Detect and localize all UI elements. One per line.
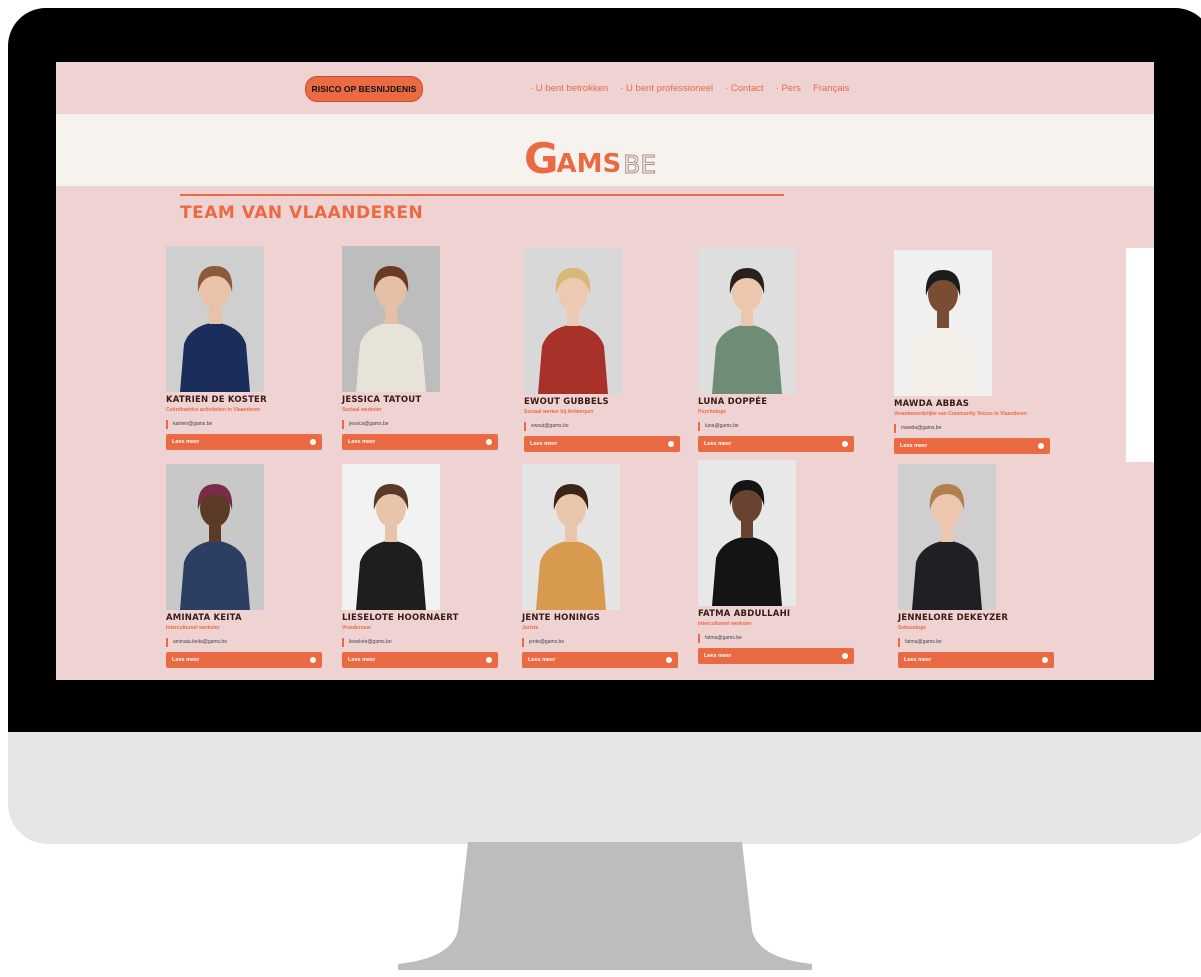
team-member-role: Intercultureel werkster bbox=[166, 625, 220, 631]
monitor-chin bbox=[8, 732, 1201, 844]
team-member-email[interactable]: jessica@gams.be bbox=[342, 420, 500, 429]
team-member-role: Vroedvrouw bbox=[342, 625, 371, 631]
team-member-card: MAWDA ABBAS Verantwoordelijke van Commun… bbox=[894, 250, 1052, 454]
team-member-email[interactable]: fatma@gams.be bbox=[898, 638, 1056, 647]
team-member-role: Intercultureel werkster bbox=[698, 621, 752, 627]
team-member-photo bbox=[342, 464, 440, 610]
team-member-card: JENTE HONINGS Juriste jente@gams.be Lees… bbox=[522, 464, 680, 668]
read-more-button[interactable]: Lees meer bbox=[894, 438, 1050, 454]
team-section: TEAM VAN VLAANDEREN KATRIEN DE KOSTER Co… bbox=[56, 186, 1154, 680]
team-member-role: Verantwoordelijke van Community Voices i… bbox=[894, 411, 1028, 417]
team-member-email[interactable]: luna@gams.be bbox=[698, 422, 856, 431]
arrow-dot-icon bbox=[666, 657, 672, 663]
team-member-email[interactable]: mawda@gams.be bbox=[894, 424, 1052, 433]
team-member-name: JESSICA TATOUT bbox=[342, 395, 422, 405]
team-member-email[interactable]: ewout@gams.be bbox=[524, 422, 682, 431]
section-divider bbox=[180, 194, 784, 196]
team-member-card: FATMA ABDULLAHI Intercultureel werkster … bbox=[698, 460, 856, 664]
team-member-photo bbox=[898, 464, 996, 610]
arrow-dot-icon bbox=[310, 439, 316, 445]
read-more-label: Lees meer bbox=[172, 657, 200, 663]
team-member-email[interactable]: fatma@gams.be bbox=[698, 634, 856, 643]
read-more-button[interactable]: Lees meer bbox=[342, 652, 498, 668]
read-more-label: Lees meer bbox=[528, 657, 556, 663]
nav-link-french[interactable]: Français bbox=[813, 83, 849, 94]
team-member-name: MAWDA ABBAS bbox=[894, 399, 970, 409]
team-member-photo bbox=[894, 250, 992, 396]
read-more-label: Lees meer bbox=[348, 657, 376, 663]
logo-text-be: BE bbox=[623, 150, 657, 179]
arrow-dot-icon bbox=[842, 653, 848, 659]
monitor-stand bbox=[0, 842, 1201, 972]
team-member-photo bbox=[166, 464, 264, 610]
team-member-role: Coördinatrice activiteiten in Vlaanderen bbox=[166, 407, 261, 413]
nav-links: · U bent betrokken · U bent professionee… bbox=[530, 83, 849, 94]
team-member-name: LUNA DOPPÉE bbox=[698, 397, 768, 407]
read-more-button[interactable]: Lees meer bbox=[522, 652, 678, 668]
team-member-role: Sociaal werkster bbox=[342, 407, 382, 413]
arrow-dot-icon bbox=[842, 441, 848, 447]
team-member-card: JESSICA TATOUT Sociaal werkster jessica@… bbox=[342, 246, 500, 450]
arrow-dot-icon bbox=[486, 657, 492, 663]
team-member-email[interactable]: jente@gams.be bbox=[522, 638, 680, 647]
read-more-label: Lees meer bbox=[904, 657, 932, 663]
team-member-role: Seksuologe bbox=[898, 625, 927, 631]
logo-letter-g: G bbox=[524, 134, 559, 183]
team-member-photo bbox=[698, 460, 796, 606]
top-navigation: RISICO OP BESNIJDENIS · U bent betrokken… bbox=[56, 62, 1154, 114]
nav-link-professional[interactable]: · U bent professioneel bbox=[620, 83, 713, 94]
logo-text-ams: AMS bbox=[556, 149, 622, 179]
read-more-button[interactable]: Lees meer bbox=[524, 436, 680, 452]
browser-screen: RISICO OP BESNIJDENIS · U bent betrokken… bbox=[56, 62, 1154, 680]
read-more-label: Lees meer bbox=[348, 439, 376, 445]
page-edge-white bbox=[1126, 248, 1154, 462]
read-more-button[interactable]: Lees meer bbox=[698, 648, 854, 664]
team-member-card: EWOUT GUBBELS Sociaal werker bij Antwerp… bbox=[524, 248, 682, 452]
team-member-photo bbox=[166, 246, 264, 392]
team-member-email[interactable]: lieselote@gams.be bbox=[342, 638, 500, 647]
team-member-photo bbox=[698, 248, 796, 394]
nav-link-press[interactable]: · Pers bbox=[776, 83, 801, 94]
team-member-role: Sociaal werker bij Antwerpen bbox=[524, 409, 594, 415]
read-more-label: Lees meer bbox=[704, 653, 732, 659]
team-member-name: LIESELOTE HOORNAERT bbox=[342, 613, 459, 623]
team-member-name: AMINATA KEITA bbox=[166, 613, 242, 623]
read-more-button[interactable]: Lees meer bbox=[698, 436, 854, 452]
read-more-label: Lees meer bbox=[172, 439, 200, 445]
nav-link-involved[interactable]: · U bent betrokken bbox=[530, 83, 608, 94]
read-more-button[interactable]: Lees meer bbox=[166, 434, 322, 450]
team-member-name: KATRIEN DE KOSTER bbox=[166, 395, 267, 405]
team-member-card: AMINATA KEITA Intercultureel werkster am… bbox=[166, 464, 324, 668]
team-member-photo bbox=[522, 464, 620, 610]
team-member-photo bbox=[524, 248, 622, 394]
nav-link-contact[interactable]: · Contact bbox=[725, 83, 764, 94]
section-title: TEAM VAN VLAANDEREN bbox=[180, 203, 424, 223]
arrow-dot-icon bbox=[668, 441, 674, 447]
team-member-email[interactable]: aminata.keita@gams.be bbox=[166, 638, 324, 647]
arrow-dot-icon bbox=[1042, 657, 1048, 663]
team-member-card: KATRIEN DE KOSTER Coördinatrice activite… bbox=[166, 246, 324, 450]
team-member-photo bbox=[342, 246, 440, 392]
arrow-dot-icon bbox=[1038, 443, 1044, 449]
team-member-card: JENNELORE DEKEYZER Seksuologe fatma@gams… bbox=[898, 464, 1056, 668]
gams-logo[interactable]: G AMS BE bbox=[524, 134, 657, 183]
team-member-name: FATMA ABDULLAHI bbox=[698, 609, 791, 619]
team-member-card: LUNA DOPPÉE Psychologe luna@gams.be Lees… bbox=[698, 248, 856, 452]
team-member-email[interactable]: katrien@gams.be bbox=[166, 420, 324, 429]
read-more-label: Lees meer bbox=[900, 443, 928, 449]
read-more-label: Lees meer bbox=[704, 441, 732, 447]
read-more-button[interactable]: Lees meer bbox=[166, 652, 322, 668]
risk-of-cutting-button[interactable]: RISICO OP BESNIJDENIS bbox=[305, 76, 423, 102]
read-more-button[interactable]: Lees meer bbox=[342, 434, 498, 450]
arrow-dot-icon bbox=[486, 439, 492, 445]
team-member-card: LIESELOTE HOORNAERT Vroedvrouw lieselote… bbox=[342, 464, 500, 668]
team-member-name: EWOUT GUBBELS bbox=[524, 397, 609, 407]
read-more-label: Lees meer bbox=[530, 441, 558, 447]
team-member-name: JENNELORE DEKEYZER bbox=[898, 613, 1009, 623]
team-member-role: Juriste bbox=[522, 625, 539, 631]
arrow-dot-icon bbox=[310, 657, 316, 663]
team-member-role: Psychologe bbox=[698, 409, 727, 415]
team-member-name: JENTE HONINGS bbox=[522, 613, 601, 623]
read-more-button[interactable]: Lees meer bbox=[898, 652, 1054, 668]
